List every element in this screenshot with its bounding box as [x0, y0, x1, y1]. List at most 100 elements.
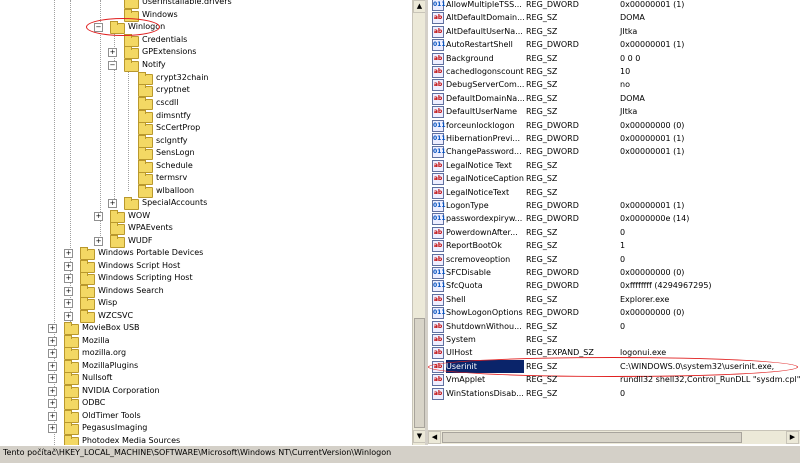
value-type: REG_SZ: [526, 67, 558, 76]
value-row[interactable]: ab DefaultDomainNa... REG_SZ DOMA: [428, 92, 800, 105]
tree-node[interactable]: + ODBC: [0, 397, 410, 410]
collapse-icon[interactable]: −: [108, 61, 117, 70]
expand-icon[interactable]: +: [48, 399, 57, 408]
tree-node[interactable]: + Wisp: [0, 297, 410, 310]
value-row[interactable]: ab scremoveoption REG_SZ 0: [428, 253, 800, 266]
tree-node[interactable]: + Nullsoft: [0, 372, 410, 385]
expand-icon[interactable]: +: [64, 312, 73, 321]
tree-node[interactable]: Photodex Media Sources: [0, 435, 410, 445]
scrollbar-thumb[interactable]: [414, 318, 425, 428]
tree-node[interactable]: + WZCSVC: [0, 310, 410, 323]
tree-node[interactable]: termsrv: [0, 172, 410, 185]
tree-node[interactable]: Credentials: [0, 34, 410, 47]
expand-icon[interactable]: +: [48, 337, 57, 346]
expand-icon[interactable]: +: [64, 262, 73, 271]
value-type: REG_SZ: [526, 174, 558, 184]
tree-node[interactable]: + PegasusImaging: [0, 422, 410, 435]
tree-node[interactable]: crypt32chain: [0, 72, 410, 85]
value-row[interactable]: 011 ShowLogonOptions REG_DWORD 0x00000000 (…: [428, 306, 800, 320]
value-row[interactable]: ab Background REG_SZ 0 0 0: [428, 52, 800, 65]
tree-node[interactable]: + OldTimer Tools: [0, 410, 410, 423]
value-row[interactable]: ab Shell REG_SZ Explorer.exe: [428, 293, 800, 306]
expand-icon[interactable]: +: [48, 412, 57, 421]
registry-values-list[interactable]: 011 AllowMultipleTSS... REG_DWORD 0x0000000…: [428, 0, 800, 445]
value-row[interactable]: 011 AllowMultipleTSS... REG_DWORD 0x0000000…: [428, 0, 800, 11]
tree-node[interactable]: + GPExtensions: [0, 46, 410, 59]
value-row[interactable]: 011 passwordexpiryw... REG_DWORD 0x0000000e…: [428, 212, 800, 226]
value-name: AltDefaultDomain...: [446, 13, 524, 23]
value-row[interactable]: ab AltDefaultDomain... REG_SZ DOMA: [428, 11, 800, 25]
expand-icon[interactable]: +: [48, 324, 57, 333]
value-row[interactable]: ab AltDefaultUserNa... REG_SZ JItka: [428, 25, 800, 38]
tree-vertical-scrollbar[interactable]: ▲ ▼: [412, 0, 426, 445]
value-data: no: [620, 80, 630, 90]
value-row[interactable]: ab WinStationsDisab... REG_SZ 0: [428, 387, 800, 400]
expand-icon[interactable]: +: [48, 362, 57, 371]
expand-icon[interactable]: +: [48, 374, 57, 383]
folder-icon: [64, 372, 79, 385]
tree-node[interactable]: UserInstallable.drivers: [0, 0, 410, 9]
tree-node[interactable]: + mozilla.org: [0, 347, 410, 360]
scrollbar-thumb[interactable]: [442, 432, 742, 443]
tree-node[interactable]: dimsntfy: [0, 110, 410, 123]
tree-node[interactable]: wlballoon: [0, 185, 410, 198]
tree-node[interactable]: WPAEvents: [0, 222, 410, 235]
tree-node[interactable]: + Windows Portable Devices: [0, 247, 410, 260]
value-row[interactable]: 011 LogonType REG_DWORD 0x00000001 (1): [428, 199, 800, 212]
tree-node[interactable]: + WUDF: [0, 235, 410, 248]
value-row[interactable]: 011 forceunlocklogon REG_DWORD 0x00000000 (…: [428, 119, 800, 132]
values-horizontal-scrollbar[interactable]: ◀ ▶: [428, 430, 800, 444]
value-row[interactable]: ab VmApplet REG_SZ rundll32 shell32,Control…: [428, 373, 800, 387]
value-row[interactable]: ab LegalNotice Text REG_SZ: [428, 159, 800, 172]
tree-node[interactable]: sclgntfy: [0, 135, 410, 148]
value-type: REG_DWORD: [526, 214, 579, 224]
value-row[interactable]: ab LegalNoticeText REG_SZ: [428, 186, 800, 199]
value-row[interactable]: 011 ChangePassword... REG_DWORD 0x00000001 …: [428, 145, 800, 159]
expand-icon[interactable]: +: [48, 387, 57, 396]
tree-node[interactable]: + SpecialAccounts: [0, 197, 410, 210]
expand-icon[interactable]: +: [94, 212, 103, 221]
expand-icon[interactable]: +: [64, 249, 73, 258]
expand-icon[interactable]: +: [64, 299, 73, 308]
tree-node[interactable]: Windows: [0, 9, 410, 22]
value-row[interactable]: 011 SFCDisable REG_DWORD 0x00000000 (0): [428, 266, 800, 279]
folder-icon: [64, 322, 79, 335]
value-row[interactable]: ab PowerdownAfter... REG_SZ 0: [428, 226, 800, 239]
tree-node[interactable]: − Notify: [0, 59, 410, 72]
value-row[interactable]: 011 HibernationPrevi... REG_DWORD 0x0000000…: [428, 132, 800, 145]
registry-key-tree[interactable]: UserInstallable.drivers Windows − Winlogon C…: [0, 0, 412, 445]
value-row[interactable]: ab System REG_SZ: [428, 333, 800, 346]
tree-node[interactable]: + Windows Scripting Host: [0, 272, 410, 285]
tree-node[interactable]: Schedule: [0, 160, 410, 173]
expand-icon[interactable]: +: [94, 237, 103, 246]
expand-icon[interactable]: +: [48, 424, 57, 433]
scroll-right-icon[interactable]: ▶: [786, 431, 799, 444]
tree-node[interactable]: + WOW: [0, 210, 410, 223]
value-row[interactable]: ab ReportBootOk REG_SZ 1: [428, 239, 800, 253]
tree-node[interactable]: + Windows Search: [0, 285, 410, 298]
tree-node[interactable]: ScCertProp: [0, 122, 410, 135]
value-row[interactable]: ab DebugServerCom... REG_SZ no: [428, 78, 800, 92]
value-row[interactable]: ab DefaultUserName REG_SZ JItka: [428, 105, 800, 119]
value-row[interactable]: 011 AutoRestartShell REG_DWORD 0x00000001 (…: [428, 38, 800, 52]
tree-node[interactable]: + MozillaPlugins: [0, 360, 410, 373]
value-row[interactable]: ab LegalNoticeCaption REG_SZ: [428, 172, 800, 186]
tree-node-label: Windows Scripting Host: [98, 273, 193, 282]
expand-icon[interactable]: +: [48, 349, 57, 358]
tree-node[interactable]: cscdll: [0, 97, 410, 110]
tree-node[interactable]: SensLogn: [0, 147, 410, 160]
tree-node[interactable]: + Windows Script Host: [0, 260, 410, 273]
expand-icon[interactable]: +: [64, 287, 73, 296]
value-row[interactable]: ab cachedlogonscount REG_SZ 10: [428, 65, 800, 78]
expand-icon[interactable]: +: [108, 48, 117, 57]
expand-icon[interactable]: +: [64, 274, 73, 283]
scroll-left-icon[interactable]: ◀: [428, 431, 441, 444]
value-row[interactable]: 011 SfcQuota REG_DWORD 0xffffffff (42949672…: [428, 279, 800, 293]
tree-node[interactable]: + Mozilla: [0, 335, 410, 348]
expand-icon[interactable]: +: [108, 199, 117, 208]
tree-node[interactable]: + MovieBox USB: [0, 322, 410, 335]
tree-node[interactable]: − Winlogon: [0, 21, 410, 34]
value-row[interactable]: ab ShutdownWithou... REG_SZ 0: [428, 320, 800, 333]
tree-node[interactable]: + NVIDIA Corporation: [0, 385, 410, 398]
tree-node[interactable]: cryptnet: [0, 84, 410, 97]
